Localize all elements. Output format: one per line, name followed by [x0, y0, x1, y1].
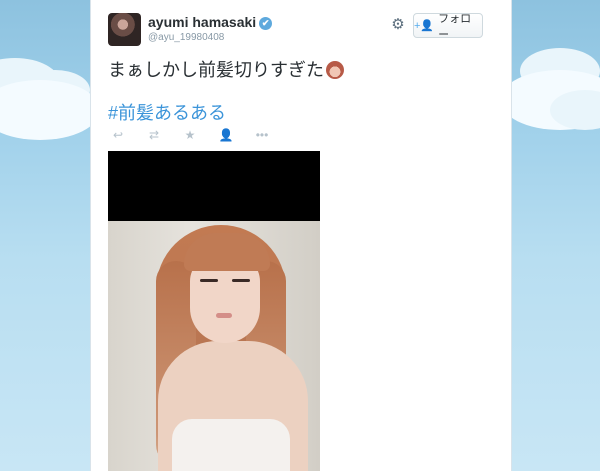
tweet-text: まぁしかし前髪切りすぎた — [108, 56, 344, 82]
follow-button-label: フォロー — [438, 12, 472, 41]
tweet-photo[interactable] — [108, 151, 320, 471]
retweet-icon[interactable]: ⇄ — [145, 128, 163, 142]
author-name[interactable]: ayumi hamasaki ✔ — [148, 14, 273, 30]
eye — [200, 279, 218, 282]
hashtag-link[interactable]: #前髪あるある — [108, 99, 226, 125]
clothing — [172, 419, 290, 471]
follow-button[interactable]: +👤 フォロー — [413, 13, 483, 41]
reply-icon[interactable]: ↩ — [109, 128, 127, 142]
tweet-card: ayumi hamasaki ✔ @ayu_19980408 ⚙ +👤 フォロー … — [90, 0, 512, 471]
display-name[interactable]: ayumi hamasaki — [148, 14, 256, 30]
follow-user-icon: +👤 — [414, 20, 435, 32]
author-handle[interactable]: @ayu_19980408 — [148, 32, 224, 43]
favorite-icon[interactable]: ★ — [181, 128, 199, 142]
photo-scene — [108, 221, 320, 471]
tweet-actions: ↩ ⇄ ★ 👤 ••• — [109, 128, 271, 142]
more-icon[interactable]: ••• — [253, 128, 271, 142]
eye — [232, 279, 250, 282]
gear-icon[interactable]: ⚙ — [390, 17, 406, 33]
tweet-body: まぁしかし前髪切りすぎた — [108, 60, 324, 80]
verified-badge-icon: ✔ — [259, 17, 273, 30]
avatar[interactable] — [108, 13, 141, 46]
lips — [216, 313, 232, 318]
monkey-emoji-icon — [326, 61, 344, 79]
add-user-icon[interactable]: 👤 — [217, 128, 235, 142]
bangs — [184, 233, 270, 271]
